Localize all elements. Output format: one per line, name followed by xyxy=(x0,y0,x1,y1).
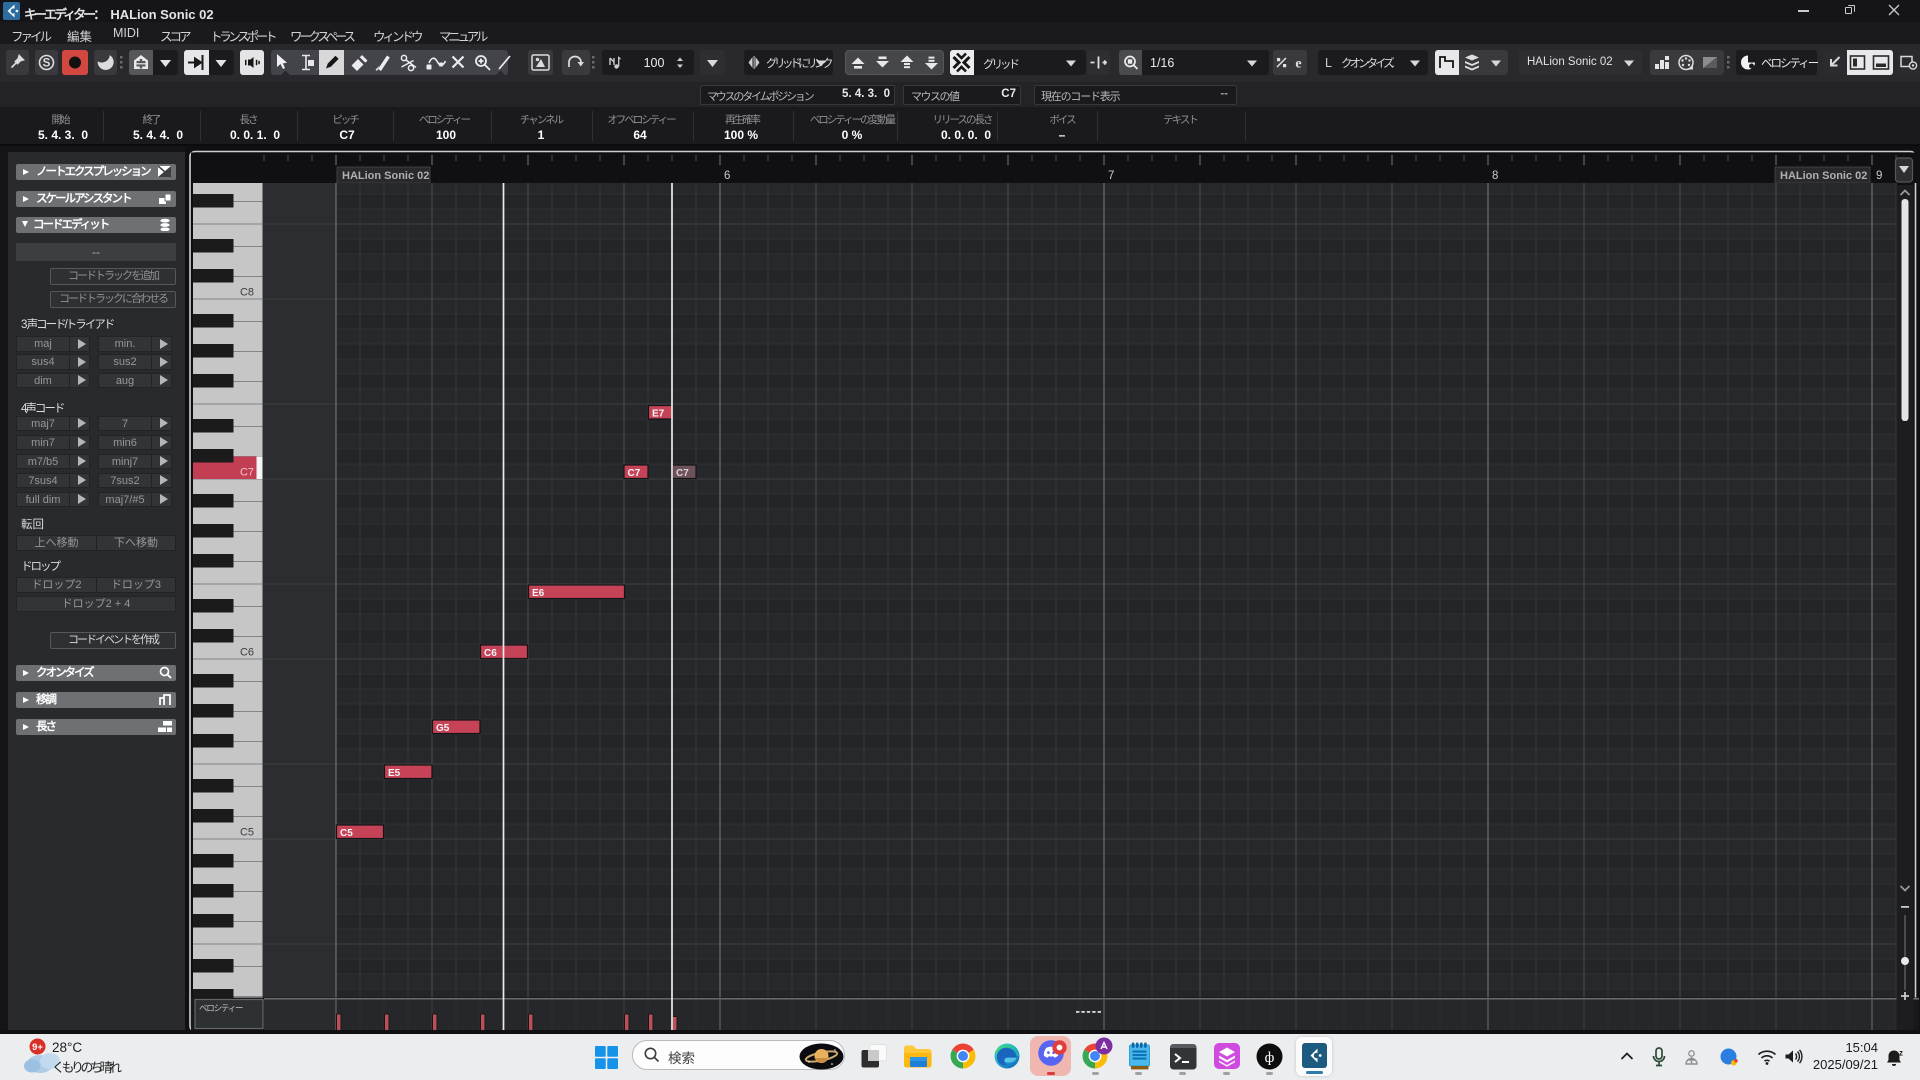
svg-text:クオンタイズ.: クオンタイズ. xyxy=(1341,56,1395,70)
svg-text:C7: C7 xyxy=(240,467,254,479)
svg-text:L: L xyxy=(1325,56,1332,70)
svg-text:G5: G5 xyxy=(436,723,450,734)
svg-text:C5: C5 xyxy=(340,828,353,839)
svg-text:7: 7 xyxy=(1108,170,1114,182)
svg-text:z: z xyxy=(1899,1049,1903,1058)
svg-text:C8: C8 xyxy=(240,287,254,299)
svg-text:9+: 9+ xyxy=(32,1042,43,1053)
svg-text:1/16: 1/16 xyxy=(1150,56,1174,70)
svg-text:C5: C5 xyxy=(240,827,254,839)
svg-text:e: e xyxy=(1295,57,1301,72)
svg-text:ベロシティー: ベロシティー xyxy=(199,1003,243,1013)
svg-text:6: 6 xyxy=(724,170,730,182)
svg-text:HALion Sonic 02: HALion Sonic 02 xyxy=(1780,170,1867,182)
svg-text:E7: E7 xyxy=(652,409,665,420)
svg-text:E5: E5 xyxy=(388,768,401,779)
svg-text:HALion Sonic 02: HALion Sonic 02 xyxy=(342,170,429,182)
svg-text:ф: ф xyxy=(1265,1050,1275,1066)
svg-text:E6: E6 xyxy=(532,588,545,599)
svg-text:C6: C6 xyxy=(484,648,497,659)
svg-text:S: S xyxy=(43,58,51,70)
svg-text:C6: C6 xyxy=(240,647,254,659)
svg-text:ベロシティー: ベロシティー xyxy=(1761,58,1818,70)
svg-text:C7: C7 xyxy=(628,468,641,479)
svg-text:9: 9 xyxy=(1876,170,1882,182)
svg-text:8: 8 xyxy=(1492,170,1498,182)
svg-text:C7: C7 xyxy=(676,468,689,479)
svg-text:100: 100 xyxy=(644,56,665,70)
